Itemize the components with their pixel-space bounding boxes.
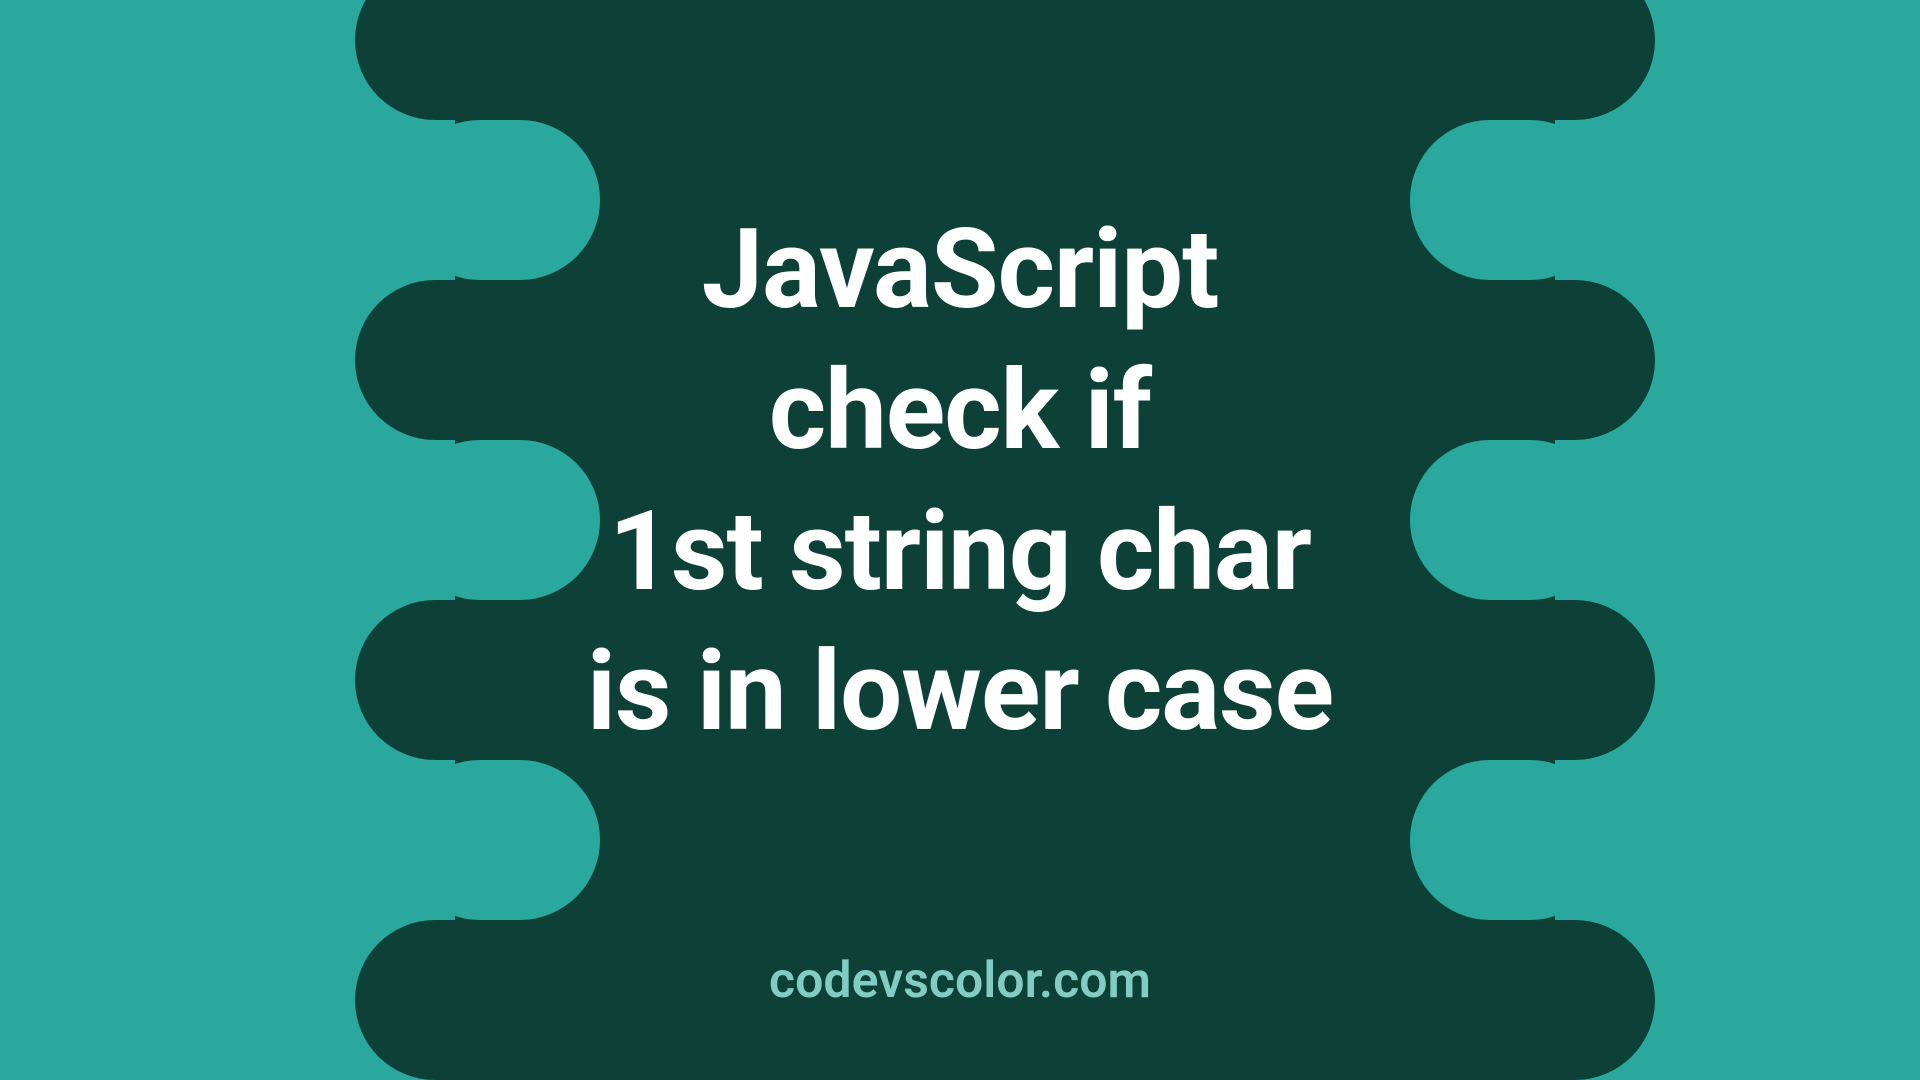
title-line: 1st string char [0, 482, 1920, 623]
blob-notch [400, 760, 600, 920]
site-label: codevscolor.com [0, 952, 1920, 1010]
main-title: JavaScript check if 1st string char is i… [0, 200, 1920, 763]
blob-notch [1410, 760, 1610, 920]
blob-bump [355, 0, 555, 120]
title-line: check if [0, 341, 1920, 482]
blob-bump [1455, 0, 1655, 120]
title-line: is in lower case [0, 622, 1920, 763]
title-line: JavaScript [0, 200, 1920, 341]
